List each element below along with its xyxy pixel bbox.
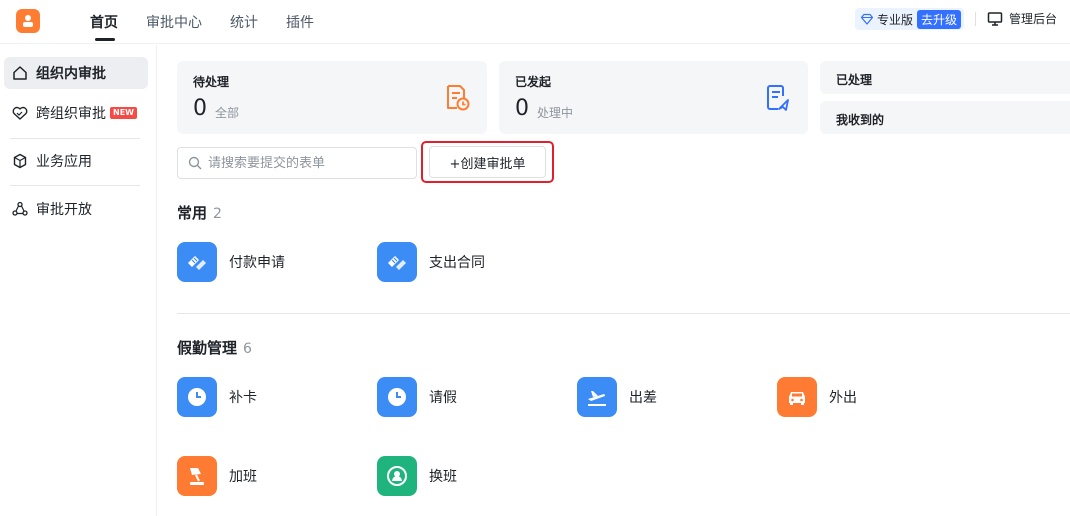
admin-console-link[interactable]: 管理后台	[987, 10, 1057, 27]
pro-plan-badge[interactable]: 专业版 去升级	[855, 8, 965, 30]
tab-home[interactable]: 首页	[90, 12, 118, 32]
stat-card-count: 0	[515, 96, 529, 121]
new-badge: NEW	[110, 107, 137, 119]
section-title-label: 假勤管理	[177, 339, 238, 357]
stat-card-pending[interactable]: 待处理 0 全部	[177, 61, 487, 134]
top-bar: 首页 审批中心 统计 插件 专业版 去升级 管理后台	[0, 0, 1070, 44]
handshake-icon	[12, 106, 28, 120]
app-label: 补卡	[229, 390, 257, 406]
section-title-common: 常用 2	[177, 202, 222, 223]
section-title-attendance: 假勤管理 6	[177, 337, 252, 358]
upgrade-button[interactable]: 去升级	[917, 9, 962, 29]
sidebar-divider	[10, 185, 140, 186]
desk-lamp-icon	[177, 456, 217, 496]
app-overtime[interactable]: 加班	[177, 456, 257, 496]
app-go-out[interactable]: 外出	[777, 377, 857, 417]
car-icon	[777, 377, 817, 417]
stat-card-received[interactable]: 我收到的	[820, 101, 1070, 134]
section-count: 2	[213, 206, 222, 222]
app-logo-icon[interactable]	[16, 9, 40, 33]
sidebar-item-label: 业务应用	[36, 154, 92, 170]
app-label: 请假	[429, 390, 457, 406]
section-title-label: 常用	[177, 204, 208, 222]
form-search[interactable]	[177, 147, 417, 179]
app-label: 出差	[629, 390, 657, 406]
payment-icon	[177, 242, 217, 282]
stat-card-processed[interactable]: 已处理	[820, 61, 1070, 94]
pro-plan-label: 专业版	[877, 12, 914, 27]
cube-icon	[13, 153, 27, 169]
sidebar-divider	[10, 138, 140, 139]
app-label: 外出	[829, 390, 857, 406]
active-tab-indicator	[95, 38, 115, 41]
document-send-icon	[767, 85, 789, 111]
stat-card-initiated[interactable]: 已发起 0 处理中	[499, 61, 808, 134]
section-divider	[177, 313, 1070, 314]
document-clock-icon	[447, 85, 470, 111]
airplane-icon	[577, 377, 617, 417]
share-nodes-icon	[12, 201, 28, 216]
stat-card-title: 我收到的	[836, 113, 885, 127]
app-clock-in-fix[interactable]: 补卡	[177, 377, 257, 417]
sidebar-item-label: 组织内审批	[36, 66, 106, 82]
clock-icon	[377, 377, 417, 417]
app-shift-swap[interactable]: 换班	[377, 456, 457, 496]
stat-card-title: 待处理	[193, 75, 230, 89]
sidebar-item-approval-open[interactable]: 审批开放	[4, 193, 148, 225]
sidebar-item-internal-approval[interactable]: 组织内审批	[4, 57, 148, 89]
sidebar-item-business-apps[interactable]: 业务应用	[4, 145, 148, 177]
tab-approval-center[interactable]: 审批中心	[146, 12, 202, 32]
search-icon	[188, 156, 202, 170]
app-payment-request[interactable]: 付款申请	[177, 242, 285, 282]
sidebar-item-cross-org-approval[interactable]: 跨组织审批 NEW	[4, 97, 148, 129]
contract-icon	[377, 242, 417, 282]
tab-plugins[interactable]: 插件	[286, 12, 314, 32]
stat-card-title: 已发起	[515, 75, 552, 89]
app-leave[interactable]: 请假	[377, 377, 457, 417]
stat-card-count: 0	[193, 96, 207, 121]
home-icon	[13, 66, 27, 80]
app-expense-contract[interactable]: 支出合同	[377, 242, 485, 282]
search-input[interactable]	[208, 155, 408, 171]
admin-console-label: 管理后台	[1009, 12, 1058, 26]
sidebar-item-label: 跨组织审批	[36, 106, 106, 122]
diamond-icon	[861, 13, 873, 25]
swap-user-icon	[377, 456, 417, 496]
app-label: 付款申请	[229, 255, 285, 271]
clock-icon	[177, 377, 217, 417]
app-label: 支出合同	[429, 255, 485, 271]
stat-card-subtitle: 全部	[215, 106, 240, 120]
app-label: 加班	[229, 469, 257, 485]
stat-card-title: 已处理	[836, 73, 873, 87]
tab-statistics[interactable]: 统计	[230, 12, 258, 32]
divider	[975, 12, 976, 26]
create-approval-button[interactable]: +创建审批单	[429, 146, 546, 178]
sidebar-item-label: 审批开放	[36, 202, 92, 218]
monitor-icon	[987, 11, 1003, 26]
sidebar: 组织内审批 跨组织审批 NEW 业务应用 审批开放	[0, 45, 157, 516]
stat-card-subtitle: 处理中	[537, 106, 574, 120]
section-count: 6	[243, 341, 252, 357]
app-business-trip[interactable]: 出差	[577, 377, 657, 417]
app-label: 换班	[429, 469, 457, 485]
